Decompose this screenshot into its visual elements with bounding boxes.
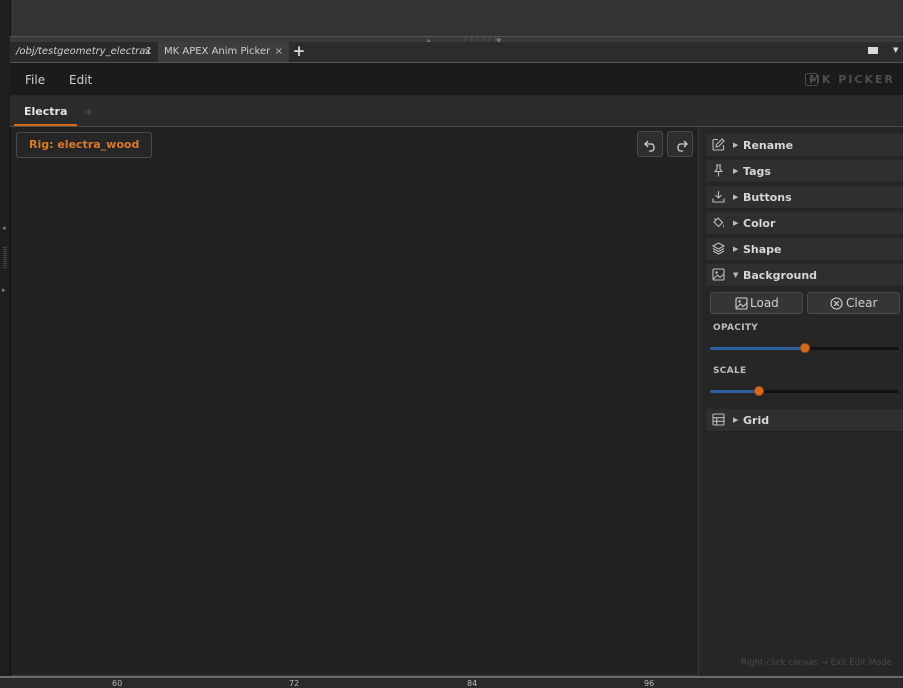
- menu-bar: File Edit MK PICKER: [10, 63, 903, 95]
- collapse-arrow-icon: ▼: [733, 271, 739, 279]
- pane-menu-arrow-icon[interactable]: ▼: [893, 46, 898, 54]
- close-tab-icon[interactable]: ×: [144, 42, 152, 62]
- ruler-tick-label: 96: [644, 679, 655, 688]
- redo-button[interactable]: [667, 131, 693, 157]
- undo-icon: [644, 140, 655, 152]
- edit-icon: [712, 138, 725, 151]
- ruler-tick-label: 84: [467, 679, 478, 688]
- expand-arrow-icon: ▶: [733, 245, 739, 253]
- picker-canvas[interactable]: Rig: electra_wood: [11, 127, 699, 676]
- add-tab-button[interactable]: +: [289, 42, 309, 62]
- section-label: Background: [743, 269, 818, 282]
- menu-edit[interactable]: Edit: [69, 63, 92, 95]
- tab-label: MK APEX Anim Picker: [164, 46, 271, 57]
- scale-slider-fill: [710, 390, 760, 393]
- opacity-slider-fill: [710, 347, 805, 350]
- tab-label: /obj/testgeometry_electra1: [16, 46, 152, 57]
- grid-icon: [712, 413, 725, 426]
- section-rename[interactable]: ▶ Rename: [706, 134, 903, 157]
- rig-label[interactable]: Rig: electra_wood: [16, 132, 153, 158]
- add-picker-tab-button[interactable]: +: [84, 96, 94, 128]
- opacity-slider-handle[interactable]: [799, 343, 810, 353]
- paint-bucket-icon: [713, 217, 724, 228]
- opacity-slider[interactable]: [710, 343, 899, 353]
- scale-slider[interactable]: [710, 386, 899, 396]
- pin-icon: [713, 164, 724, 177]
- section-label: Tags: [743, 165, 771, 178]
- section-buttons[interactable]: ▶ Buttons: [706, 186, 903, 209]
- section-shape[interactable]: ▶ Shape: [706, 238, 903, 261]
- tab-obj-path[interactable]: /obj/testgeometry_electra1 ×: [10, 42, 158, 62]
- section-label: Rename: [743, 139, 794, 152]
- scale-label: SCALE: [713, 366, 747, 376]
- load-background-button[interactable]: Load: [710, 292, 803, 314]
- section-tags[interactable]: ▶ Tags: [706, 160, 903, 183]
- scale-slider-handle[interactable]: [754, 386, 765, 396]
- image-icon: [735, 297, 748, 310]
- dock-handle-icon[interactable]: ◂ ▸: [2, 222, 8, 294]
- expand-arrow-icon: ▶: [733, 167, 739, 175]
- pane-layout-icon[interactable]: [868, 47, 878, 54]
- svg-text:▸: ▸: [2, 286, 6, 294]
- section-label: Color: [743, 217, 776, 230]
- section-grid[interactable]: ▶ Grid: [706, 409, 903, 432]
- viewport-pane: [0, 0, 903, 37]
- picker-tabs: Electra +: [10, 96, 903, 127]
- redo-icon: [677, 140, 688, 152]
- section-background[interactable]: ▼ Background: [706, 264, 903, 287]
- button-label: Clear: [846, 296, 878, 310]
- menu-file[interactable]: File: [25, 63, 45, 95]
- button-label: Load: [750, 296, 779, 310]
- timeline-ruler[interactable]: 60 72 84 96: [0, 676, 903, 688]
- close-tab-icon[interactable]: ×: [275, 42, 283, 62]
- ruler-tick-label: 60: [112, 679, 123, 688]
- download-icon: [712, 191, 725, 203]
- section-color[interactable]: ▶ Color: [706, 212, 903, 235]
- tab-electra[interactable]: Electra: [14, 96, 78, 126]
- section-label: Grid: [743, 414, 770, 427]
- svg-text:◂: ◂: [2, 224, 6, 232]
- properties-panel: ▶ Rename ▶ Tags ▶ Buttons ▶ Color ▶ Shap…: [699, 127, 903, 675]
- clear-background-button[interactable]: Clear: [807, 292, 900, 314]
- expand-arrow-icon: ▶: [733, 141, 739, 149]
- edit-mode-hint: Right-click canvas → Exit Edit Mode: [741, 658, 892, 668]
- pane-tabs: /obj/testgeometry_electra1 × MK APEX Ani…: [10, 42, 903, 63]
- expand-arrow-icon: ▶: [733, 219, 739, 227]
- brand-text: MK PICKER: [808, 73, 895, 86]
- clear-circle-icon: [830, 297, 843, 310]
- opacity-label: OPACITY: [713, 323, 759, 333]
- section-label: Buttons: [743, 191, 792, 204]
- undo-button[interactable]: [637, 131, 663, 157]
- expand-arrow-icon: ▶: [733, 193, 739, 201]
- ruler-tick-label: 72: [289, 679, 300, 688]
- expand-arrow-icon: ▶: [733, 416, 739, 424]
- section-label: Shape: [743, 243, 782, 256]
- tab-anim-picker[interactable]: MK APEX Anim Picker ×: [158, 42, 289, 62]
- image-icon: [712, 268, 725, 281]
- layers-icon: [712, 242, 725, 255]
